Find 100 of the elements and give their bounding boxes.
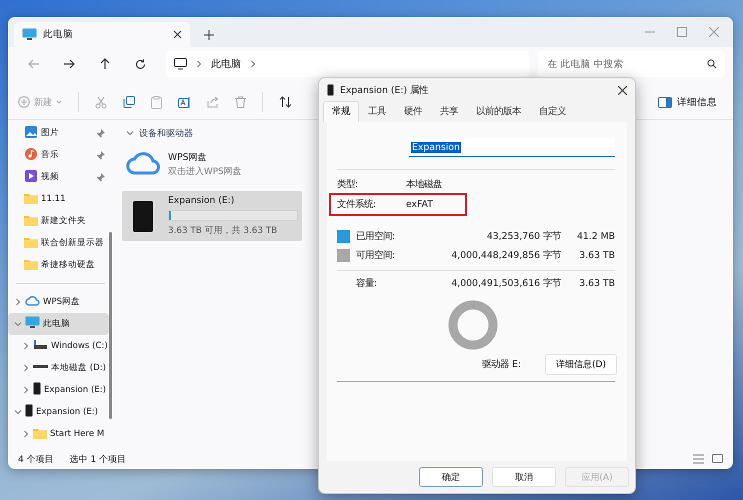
sidebar-item[interactable]: 新建文件夹 <box>8 210 109 232</box>
dialog-button[interactable]: 取消 <box>492 467 556 487</box>
byte-count: 4,000,448,249,856 字节 <box>450 249 561 262</box>
dialog-tab[interactable]: 以前的版本 <box>467 101 530 122</box>
tree-item[interactable]: 此电脑 <box>8 313 109 335</box>
monitor-icon <box>22 28 37 41</box>
close-icon[interactable] <box>173 30 182 39</box>
folder-icon <box>24 258 38 270</box>
dialog-tab[interactable]: 常规 <box>323 101 359 122</box>
copy-icon[interactable] <box>123 96 135 108</box>
property-label: 文件系统: <box>337 198 378 211</box>
property-label: 类型: <box>337 178 360 191</box>
monitor-icon <box>174 58 187 70</box>
details-button[interactable]: 详细信息(D) <box>545 354 617 375</box>
sidebar-item[interactable]: 音乐 <box>8 144 109 166</box>
chevron-icon[interactable] <box>248 60 257 68</box>
details-pane-icon <box>658 96 672 108</box>
section-title: 设备和驱动器 <box>139 126 193 140</box>
name-field[interactable]: Expansion <box>409 138 615 157</box>
plus-icon[interactable] <box>204 30 214 40</box>
pin-icon[interactable] <box>96 150 105 160</box>
tree-item[interactable]: Windows (C:) <box>8 335 109 357</box>
sidebar-item[interactable]: 视频 <box>8 166 109 188</box>
drive-tile[interactable]: Expansion (E:) 3.63 TB 可用，共 3.63 TB <box>122 191 302 241</box>
sidebar-item[interactable]: 11.11 <box>8 188 109 210</box>
byte-count: 4,000,491,503,616 字节 <box>450 276 561 290</box>
folder-icon <box>33 426 47 438</box>
tree-item[interactable]: Start Here M <box>8 423 109 445</box>
external-drive-icon <box>132 200 154 232</box>
property-value: 本地磁盘 <box>406 178 442 191</box>
maximize-icon[interactable] <box>677 27 687 37</box>
list-view-icon[interactable] <box>693 454 704 464</box>
cloud-icon <box>25 295 40 306</box>
dialog-tab[interactable]: 共享 <box>431 101 467 122</box>
tree-item[interactable]: Expansion (E:) <box>8 401 109 423</box>
dialog-tab[interactable]: 工具 <box>359 101 395 122</box>
folder-icon <box>24 236 38 248</box>
tree-item[interactable]: Expansion (E:) <box>8 379 109 401</box>
cloud-icon <box>126 150 160 176</box>
picture-icon <box>24 124 38 138</box>
dialog-tab[interactable]: 硬件 <box>395 101 431 122</box>
dialog-tab[interactable]: 自定义 <box>530 101 575 122</box>
folder-icon <box>24 192 38 204</box>
rename-icon[interactable] <box>178 96 191 108</box>
chevron-icon[interactable] <box>22 342 30 350</box>
caret-icon <box>56 99 62 105</box>
refresh-icon[interactable] <box>134 58 146 70</box>
space-label: 可用空间: <box>356 249 396 262</box>
share-icon[interactable] <box>207 96 219 108</box>
breadcrumb[interactable]: 此电脑 <box>210 57 241 71</box>
chevron-icon[interactable] <box>14 298 22 306</box>
search-field[interactable]: 在 此电脑 中搜索 <box>538 51 726 77</box>
search-input[interactable]: 在 此电脑 中搜索 <box>546 58 708 70</box>
delete-icon[interactable] <box>235 96 246 108</box>
property-value: exFAT <box>406 199 433 210</box>
back-arrow-icon[interactable] <box>28 59 40 69</box>
chevron-icon[interactable] <box>194 60 203 68</box>
external-drive-icon <box>327 84 334 96</box>
chevron-icon[interactable] <box>14 408 22 416</box>
sort-icon[interactable] <box>279 96 292 108</box>
sidebar-item[interactable]: 联合创新显示器 <box>8 232 109 254</box>
pin-icon[interactable] <box>96 172 105 182</box>
monitor-icon <box>25 316 40 329</box>
chevron-icon[interactable] <box>14 320 22 328</box>
address-bar[interactable]: 此电脑 <box>166 51 529 77</box>
drive-tile[interactable]: WPS网盘 双击进入WPS网盘 <box>122 146 302 183</box>
tile-view-icon[interactable] <box>712 454 723 464</box>
chevron-icon[interactable] <box>22 430 30 438</box>
forward-arrow-icon[interactable] <box>63 59 76 69</box>
tree-item[interactable]: 本地磁盘 (D:) <box>8 357 109 379</box>
size-value: 3.63 TB <box>578 250 615 261</box>
folder-icon <box>24 214 38 226</box>
drive-icon <box>33 339 48 350</box>
sidebar-item[interactable]: 希捷移动硬盘 <box>8 254 109 276</box>
byte-count: 43,253,760 字节 <box>486 230 561 243</box>
up-arrow-icon[interactable] <box>100 58 110 70</box>
item-name: Expansion (E:) <box>168 195 236 206</box>
external-drive-icon <box>33 382 41 395</box>
chevron-icon[interactable] <box>22 386 30 394</box>
item-name: WPS网盘 <box>168 151 208 164</box>
tree-item[interactable]: WPS网盘 <box>8 291 109 313</box>
details-button[interactable]: 详细信息 <box>652 96 723 108</box>
chevron-icon[interactable] <box>22 364 30 372</box>
window-tab[interactable]: 此电脑 <box>14 22 190 47</box>
video-icon <box>24 168 38 182</box>
size-value: 3.63 TB <box>578 278 615 288</box>
chevron-icon[interactable] <box>126 129 134 137</box>
usage-donut <box>448 300 498 350</box>
close-icon[interactable] <box>618 86 627 94</box>
pin-icon[interactable] <box>96 128 105 138</box>
size-value: 41.2 MB <box>576 231 615 242</box>
item-count: 4 个项目 <box>18 454 54 466</box>
music-icon <box>24 146 38 160</box>
dialog-button[interactable]: 确定 <box>419 467 483 487</box>
dialog-title: Expansion (E:) 属性 <box>340 84 430 96</box>
scissors-icon[interactable] <box>95 96 107 108</box>
plus-circle-icon <box>18 96 30 108</box>
search-icon <box>707 59 718 69</box>
selection-count: 选中 1 个项目 <box>70 454 126 466</box>
sidebar-item[interactable]: 图片 <box>8 122 109 144</box>
